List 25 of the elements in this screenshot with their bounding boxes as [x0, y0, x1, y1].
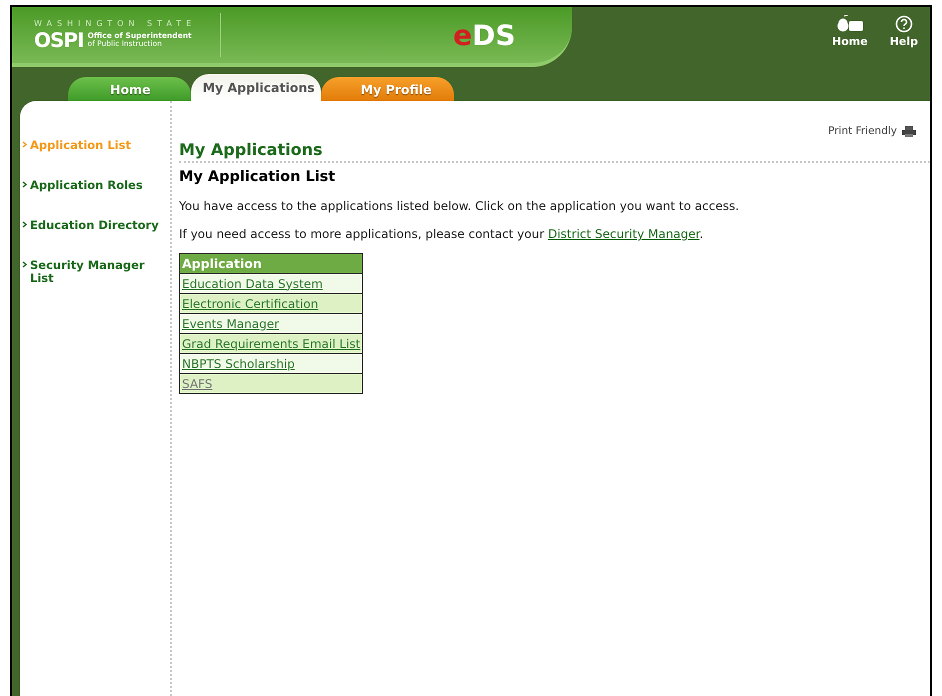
- column-header: Application: [180, 254, 363, 274]
- sidebar-item[interactable]: Application Roles: [20, 179, 170, 192]
- app-logo: eDS: [453, 18, 516, 52]
- agency-logo: OSPI: [34, 28, 84, 52]
- chevron-icon: [22, 221, 27, 228]
- state-label: WASHINGTON STATE: [34, 18, 196, 28]
- nav-tab[interactable]: My Applications: [190, 74, 321, 101]
- nav-tab[interactable]: Home: [68, 77, 191, 101]
- nav-tab[interactable]: My Profile: [320, 77, 454, 101]
- print-link[interactable]: Print Friendly: [828, 125, 916, 137]
- chevron-icon: [22, 261, 27, 268]
- chevron-icon: [22, 181, 27, 188]
- printer-icon: [902, 126, 916, 136]
- security-manager-link[interactable]: District Security Manager: [548, 227, 700, 241]
- sidebar-item[interactable]: Education Directory: [20, 219, 170, 232]
- section-title: My Application List: [179, 169, 336, 185]
- sidebar-item[interactable]: Security Manager List: [20, 259, 170, 285]
- application-link[interactable]: SAFS: [182, 376, 212, 390]
- page-title: My Applications: [179, 140, 930, 163]
- chevron-icon: [22, 141, 27, 148]
- intro-text: You have access to the applications listed below. Click on the application you want to access.: [179, 199, 740, 213]
- help-icon: [894, 15, 913, 33]
- header-link[interactable]: Help: [890, 15, 918, 48]
- contact-text: If you need access to more applications, please contact your District Security Manager.: [179, 227, 704, 241]
- header-link[interactable]: Home: [832, 15, 868, 48]
